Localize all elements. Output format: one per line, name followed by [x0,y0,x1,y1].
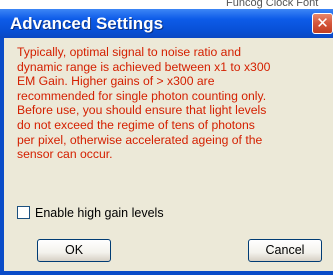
warning-message: Typically, optimal signal to noise ratio… [17,45,271,162]
cancel-button[interactable]: Cancel [248,239,322,262]
ok-button[interactable]: OK [37,239,111,262]
title-bar[interactable]: Advanced Settings ✕ [0,9,333,38]
close-icon: ✕ [316,15,329,32]
screen: Funcog Clock Font Advanced Settings ✕ Ty… [0,0,333,275]
high-gain-checkbox-label[interactable]: Enable high gain levels [35,205,164,221]
background-window-text: Funcog Clock Font [226,0,319,9]
dialog-title: Advanced Settings [10,14,164,33]
high-gain-checkbox[interactable] [17,206,30,219]
advanced-settings-dialog: Advanced Settings ✕ Typically, optimal s… [0,9,333,275]
close-button[interactable]: ✕ [312,13,333,34]
dialog-body: Typically, optimal signal to noise ratio… [4,38,333,271]
